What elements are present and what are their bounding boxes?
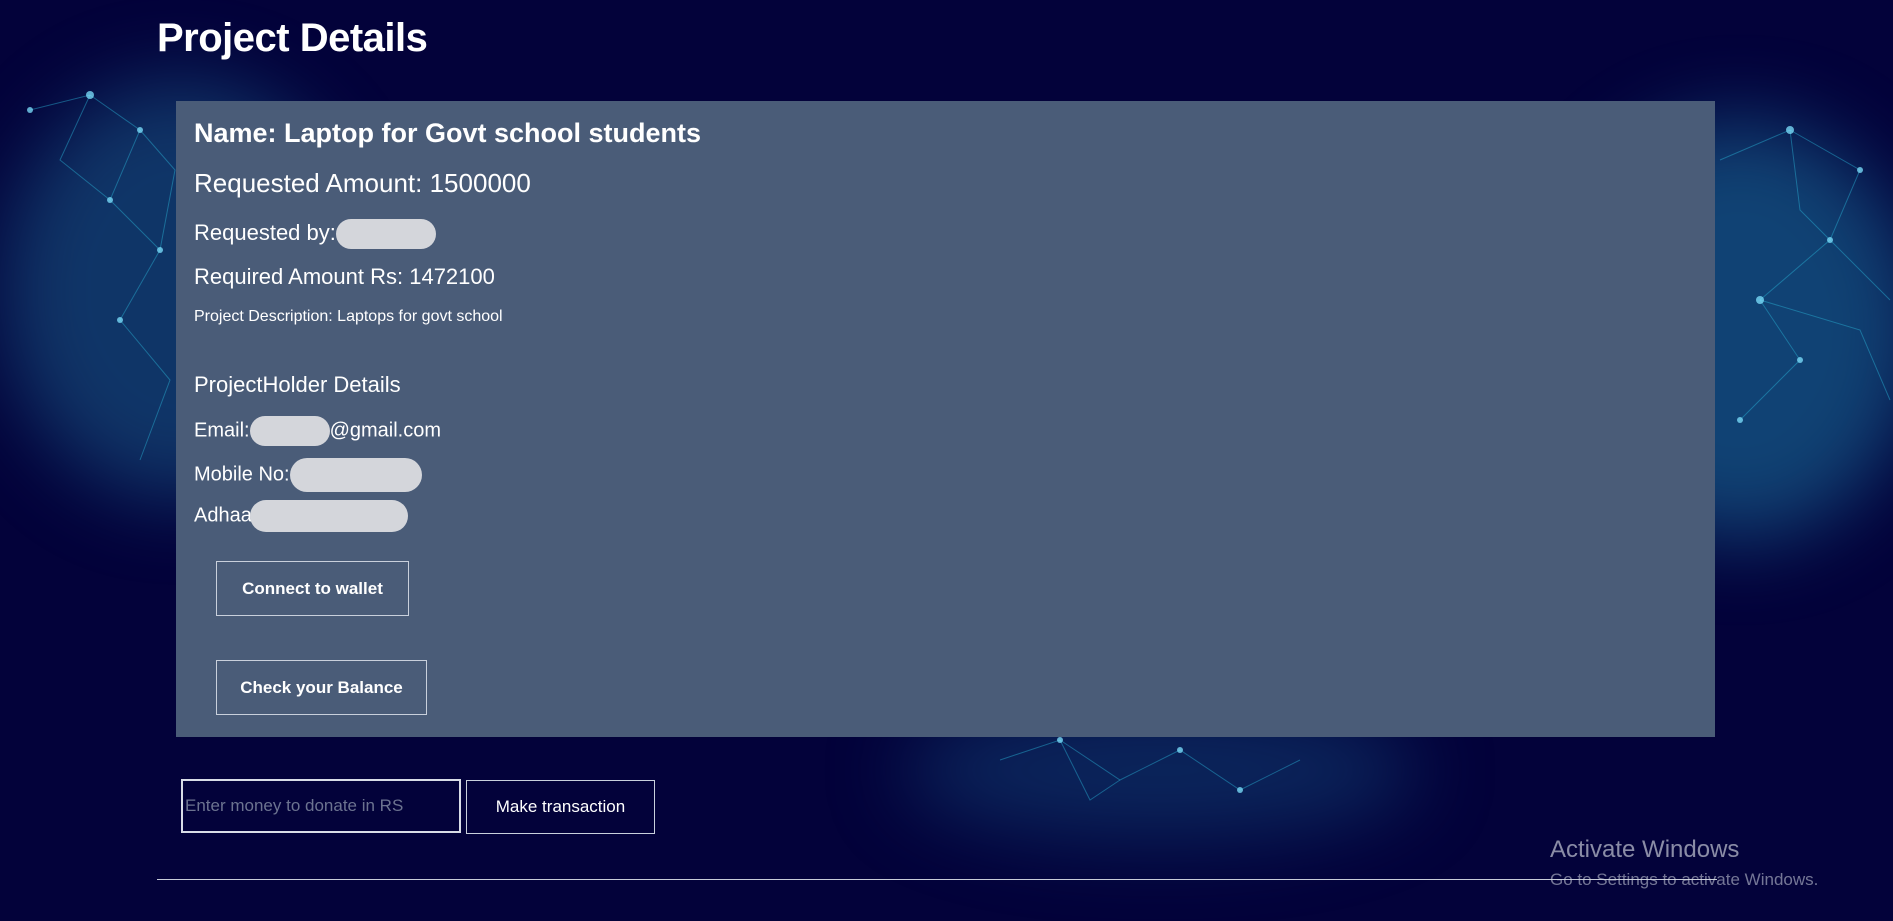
redacted-requester — [335, 219, 436, 249]
redacted-mobile — [289, 458, 422, 492]
project-description: Project Description: Laptops for govt sc… — [194, 308, 503, 325]
footer-divider — [157, 879, 1717, 880]
holder-email: Email: @gmail.com — [194, 416, 441, 446]
make-transaction-button[interactable]: Make transaction — [466, 780, 655, 834]
donate-amount-input[interactable] — [181, 779, 461, 833]
requested-by: Requested by: — [194, 219, 436, 249]
requested-by-label: Requested by: — [194, 219, 336, 245]
required-amount: Required Amount Rs: 1472100 — [194, 264, 495, 289]
redacted-email-user — [249, 416, 330, 446]
project-name: Name: Laptop for Govt school students — [194, 118, 702, 148]
page-title: Project Details — [157, 16, 428, 60]
holder-mobile: Mobile No: — [194, 458, 422, 492]
email-domain: @gmail.com — [329, 419, 442, 442]
email-label: Email: — [194, 419, 250, 442]
holder-details-heading: ProjectHolder Details — [194, 372, 401, 397]
connect-wallet-button[interactable]: Connect to wallet — [216, 561, 409, 616]
mobile-label: Mobile No: — [194, 463, 290, 486]
requested-amount: Requested Amount: 1500000 — [194, 168, 531, 198]
check-balance-button[interactable]: Check your Balance — [216, 660, 427, 715]
redacted-adhaar — [250, 500, 409, 532]
activate-windows-title: Activate Windows — [1550, 836, 1740, 863]
activate-windows-subtitle: Go to Settings to activate Windows. — [1550, 870, 1819, 889]
holder-adhaar: Adhaar: — [194, 500, 409, 532]
project-details-card: Name: Laptop for Govt school students Re… — [176, 101, 1715, 737]
